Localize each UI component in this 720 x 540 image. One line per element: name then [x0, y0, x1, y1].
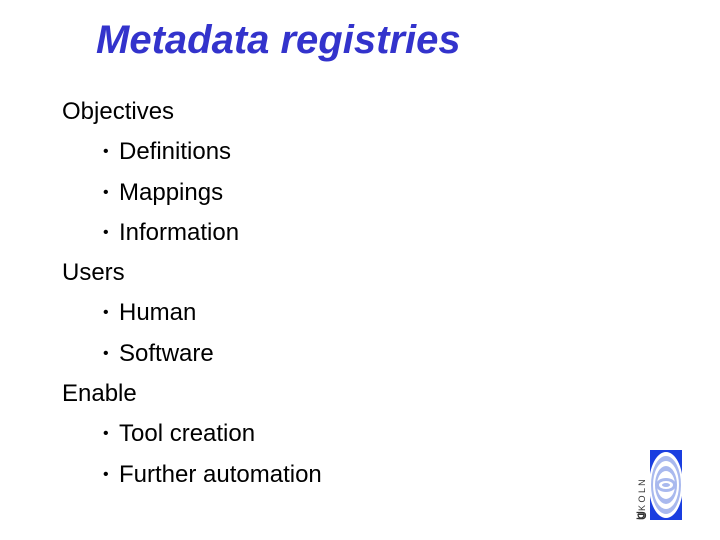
- bullet-icon: •: [103, 425, 109, 443]
- bullet-item: • Tool creation: [62, 416, 322, 456]
- bullet-item: • Software: [62, 336, 322, 376]
- slide-body: Objectives • Definitions • Mappings • Infor…: [62, 94, 322, 497]
- bullet-icon: •: [103, 143, 109, 161]
- bullet-item: • Information: [62, 215, 322, 255]
- bullet-item: • Further automation: [62, 457, 322, 497]
- logo-text: U K O L N: [637, 479, 647, 520]
- bullet-item: • Human: [62, 295, 322, 335]
- bullet-item: • Mappings: [62, 175, 322, 215]
- section-heading-users: Users: [62, 259, 125, 287]
- bullet-icon: •: [103, 304, 109, 322]
- bullet-icon: •: [103, 465, 109, 483]
- bullet-icon: •: [103, 223, 109, 241]
- bullet-icon: •: [103, 183, 109, 201]
- ukoln-logo: U K O L N: [636, 446, 684, 524]
- slide-title: Metadata registries: [96, 18, 461, 62]
- bullet-icon: •: [103, 344, 109, 362]
- ukoln-eye-icon: U K O L N: [636, 450, 683, 520]
- bullet-item: • Definitions: [62, 134, 322, 174]
- section-heading-enable: Enable: [62, 380, 137, 408]
- section-heading-objectives: Objectives: [62, 98, 175, 125]
